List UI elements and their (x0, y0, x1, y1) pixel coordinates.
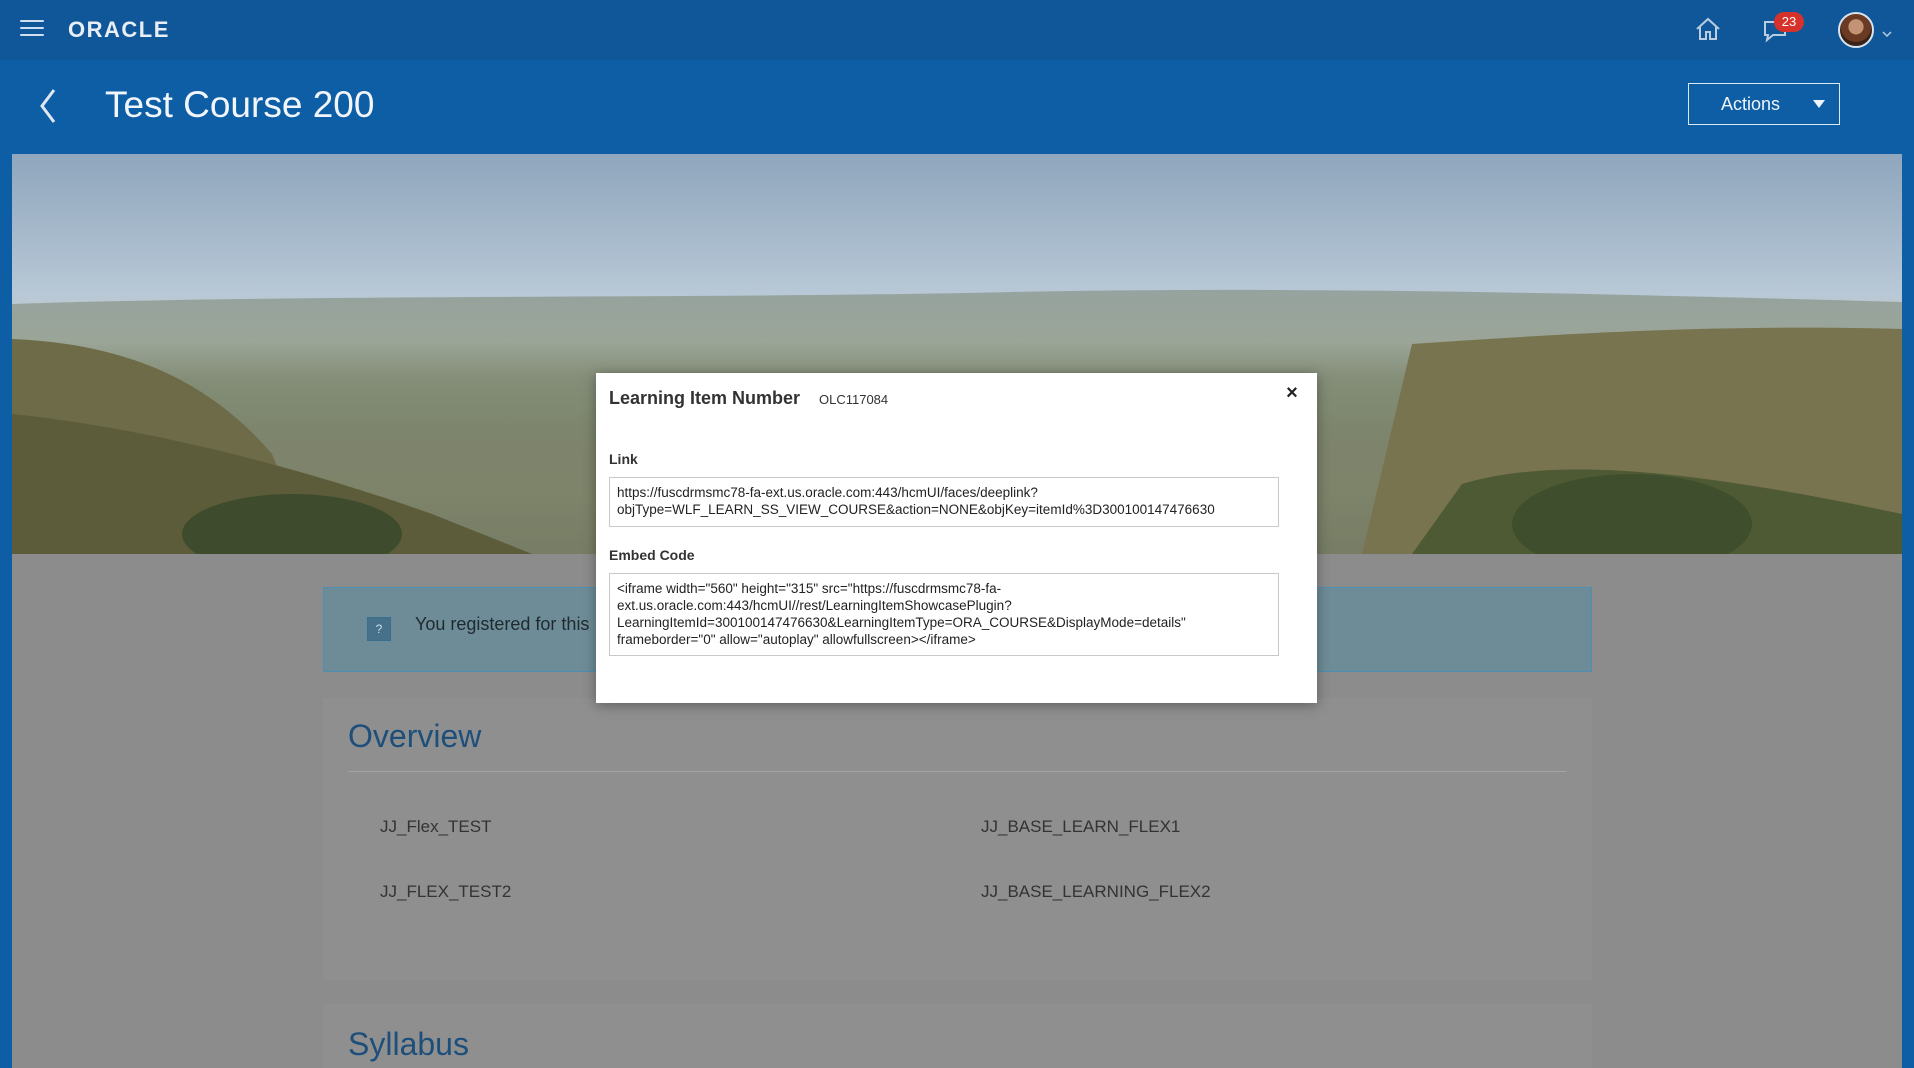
top-bar (0, 0, 1914, 60)
overview-divider (348, 771, 1566, 772)
embed-code-field[interactable]: <iframe width="560" height="315" src="ht… (609, 573, 1279, 656)
caret-down-icon (1813, 100, 1825, 108)
notification-count-badge[interactable]: 23 (1774, 12, 1804, 32)
back-chevron-left-icon[interactable] (36, 86, 60, 126)
link-field[interactable]: https://fuscdrmsmc78-fa-ext.us.oracle.co… (609, 477, 1279, 527)
overview-card (323, 698, 1592, 980)
learning-item-number: OLC117084 (819, 392, 889, 407)
page-title: Test Course 200 (105, 84, 375, 125)
oracle-logo: ORACLE (68, 17, 170, 42)
syllabus-card (323, 1004, 1592, 1068)
flex-field-item: JJ_BASE_LEARNING_FLEX2 (981, 882, 1211, 901)
hamburger-menu-icon[interactable] (20, 20, 44, 38)
flex-field-item: JJ_FLEX_TEST2 (380, 882, 512, 901)
syllabus-title: Syllabus (348, 1026, 469, 1062)
left-frame (0, 154, 12, 1068)
close-icon[interactable]: × (1282, 383, 1302, 403)
overview-title: Overview (348, 718, 482, 754)
registration-message: You registered for this (415, 614, 590, 634)
flex-field-item: JJ_BASE_LEARN_FLEX1 (981, 817, 1181, 836)
right-frame (1902, 154, 1914, 1068)
actions-label: Actions (1721, 94, 1781, 114)
dialog-title: Learning Item Number (609, 388, 801, 408)
user-avatar[interactable] (1838, 12, 1874, 48)
link-label: Link (609, 451, 638, 467)
info-icon: ? (367, 617, 391, 641)
chevron-down-icon[interactable] (1882, 26, 1892, 38)
learning-item-dialog: Learning Item Number OLC117084 × Link ht… (596, 373, 1317, 703)
home-icon[interactable] (1693, 14, 1723, 44)
actions-button[interactable]: Actions (1688, 83, 1840, 125)
embed-code-label: Embed Code (609, 547, 695, 563)
flex-field-item: JJ_Flex_TEST (380, 817, 492, 836)
